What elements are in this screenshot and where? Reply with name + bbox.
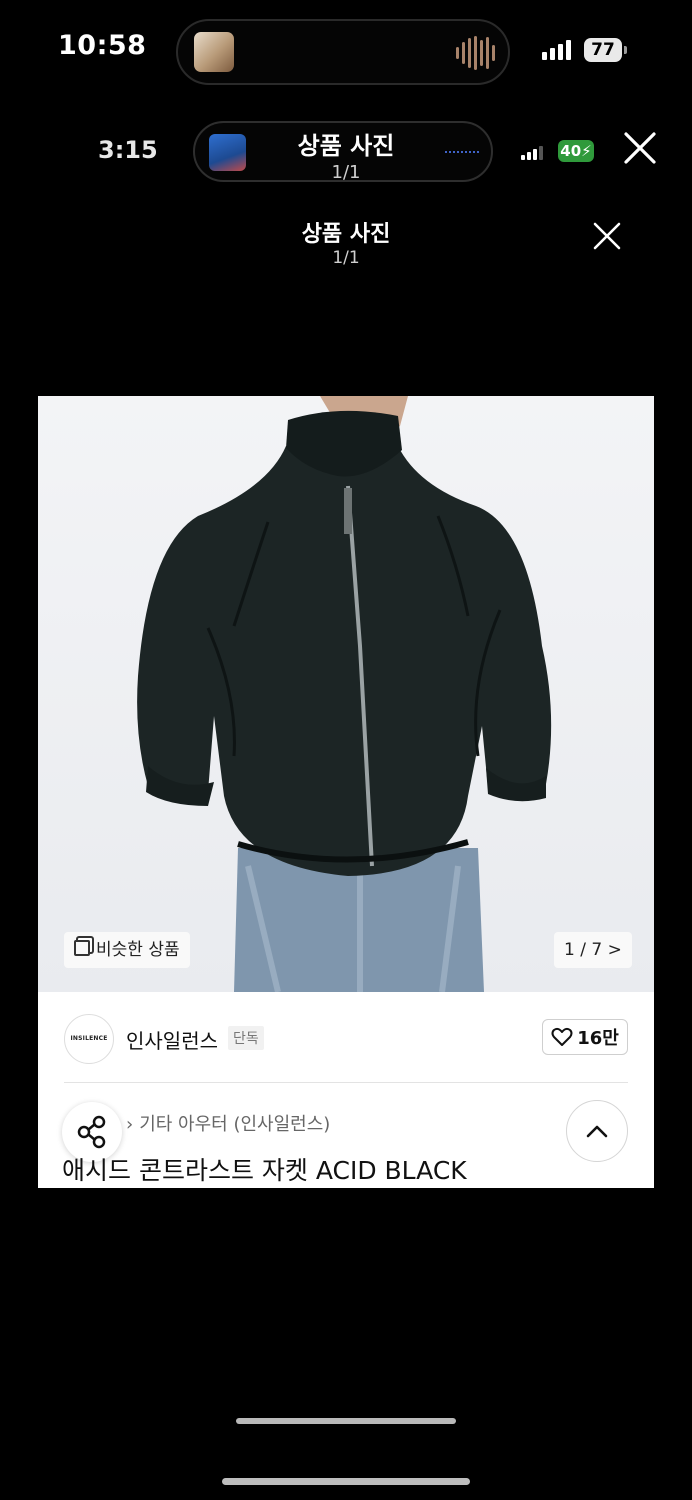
close-icon[interactable] — [620, 128, 660, 168]
breadcrumb[interactable]: › 기타 아우터 (인사일런스) — [126, 1110, 330, 1136]
jacket-model-image — [137, 396, 552, 993]
scroll-up-button[interactable] — [566, 1100, 628, 1162]
breadcrumb-arrow: › — [126, 1114, 134, 1135]
exclusive-badge: 단독 — [228, 1026, 264, 1050]
brand-name[interactable]: 인사일런스 — [126, 1025, 218, 1054]
inner-page-title: 상품 사진 — [297, 132, 395, 160]
heart-icon — [551, 1027, 573, 1046]
like-button[interactable]: 16만 — [542, 1019, 628, 1055]
inner-status-time: 3:15 — [98, 136, 158, 164]
battery-indicator: 77 — [584, 38, 627, 62]
home-indicator[interactable] — [222, 1478, 470, 1485]
now-playing-artwork — [194, 32, 234, 72]
inner-signal-icon — [521, 144, 543, 160]
chevron-up-icon — [586, 1125, 608, 1138]
inner-waveform-icon — [445, 151, 479, 153]
divider — [64, 1082, 628, 1083]
inner-app-artwork — [209, 134, 246, 171]
page-counter: 1/1 — [332, 248, 360, 268]
product-card: 비슷한 상품 1 / 7 > INSILENCE 인사일런스 단독 16만 › 기… — [38, 396, 654, 1188]
page-title: 상품 사진 — [301, 222, 391, 247]
image-counter[interactable]: 1 / 7 > — [554, 932, 632, 968]
brand-logo[interactable]: INSILENCE — [64, 1014, 114, 1064]
like-count: 16만 — [577, 1028, 619, 1049]
close-button[interactable] — [590, 219, 624, 253]
inner-battery-indicator: 40⚡ — [558, 140, 594, 162]
similar-icon — [74, 940, 90, 956]
signal-icon — [542, 38, 571, 60]
product-photo[interactable]: 비슷한 상품 1 / 7 > — [38, 396, 654, 993]
similar-products-button[interactable]: 비슷한 상품 — [64, 932, 190, 968]
dynamic-island[interactable] — [176, 19, 510, 85]
product-title: 애시드 콘트라스트 자켓 ACID BLACK — [62, 1156, 467, 1185]
audio-waveform-icon — [456, 35, 495, 71]
inner-home-indicator — [236, 1418, 456, 1424]
status-time: 10:58 — [58, 30, 147, 61]
inner-page-counter: 1/1 — [331, 162, 361, 183]
